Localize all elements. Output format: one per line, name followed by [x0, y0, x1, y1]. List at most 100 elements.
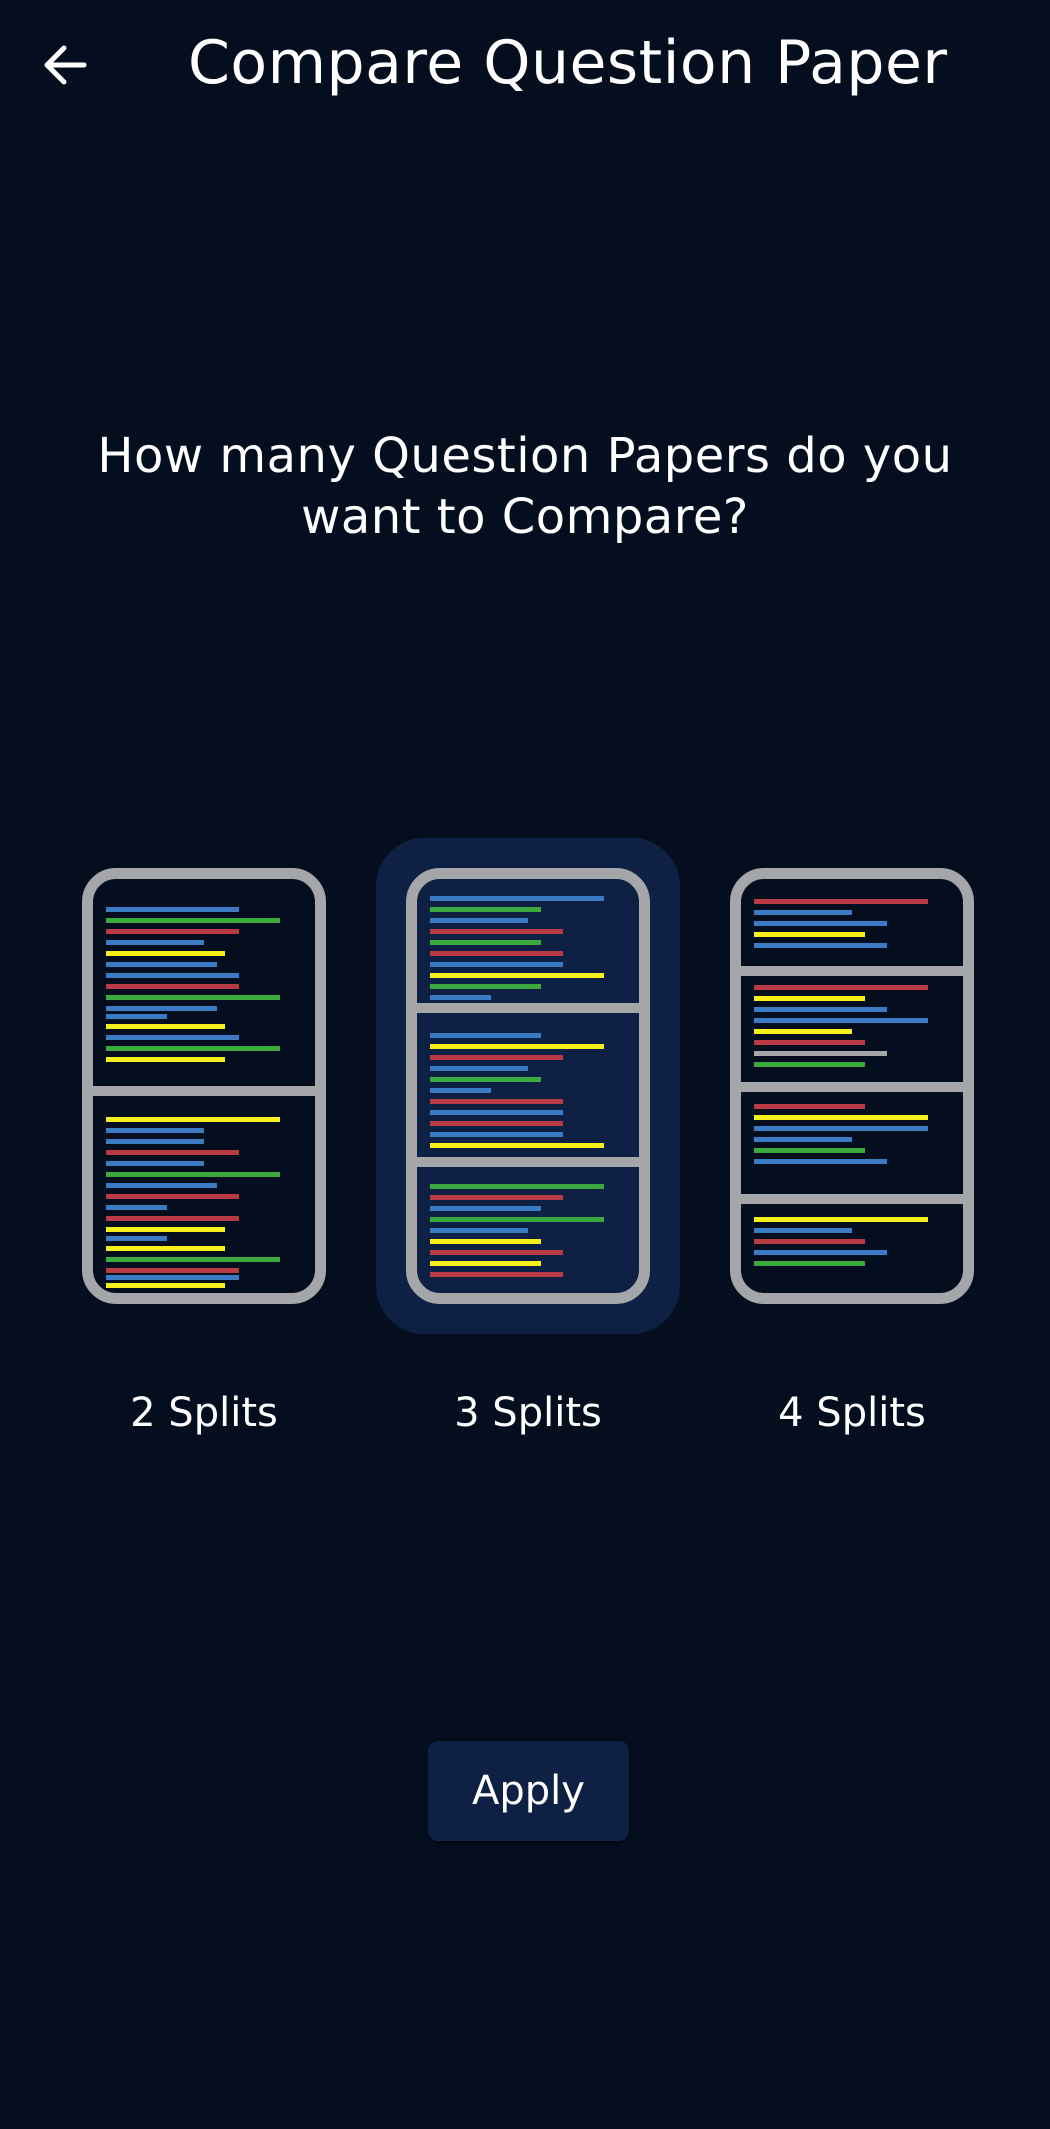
preview-text-line	[430, 1239, 541, 1244]
option-label-2-splits[interactable]: 2 Splits	[52, 1387, 356, 1439]
split-divider	[93, 1086, 315, 1096]
back-button[interactable]	[30, 30, 100, 100]
preview-text-line	[430, 1099, 563, 1104]
split-divider	[741, 1194, 963, 1204]
preview-text-line	[430, 1066, 528, 1071]
option-label-3-splits[interactable]: 3 Splits	[376, 1387, 680, 1439]
preview-text-line	[106, 1268, 239, 1273]
preview-text-line	[430, 1143, 604, 1148]
preview-text-line	[754, 1137, 852, 1142]
preview-text-line	[430, 1184, 604, 1189]
preview-text-line	[106, 1227, 225, 1232]
preview-text-line	[754, 985, 928, 990]
four-split-preview-icon	[730, 868, 974, 1304]
option-3-splits[interactable]	[376, 838, 680, 1334]
preview-text-line	[754, 943, 887, 948]
preview-text-line	[754, 1126, 928, 1131]
preview-text-line	[430, 1272, 563, 1277]
preview-text-line	[106, 1172, 280, 1177]
preview-text-line	[106, 940, 204, 945]
preview-text-line	[430, 1044, 604, 1049]
preview-text-line	[430, 918, 528, 923]
apply-button-label: Apply	[472, 1768, 585, 1814]
preview-text-line	[106, 1283, 225, 1288]
split-divider	[741, 1082, 963, 1092]
preview-text-line	[106, 962, 217, 967]
preview-text-line	[106, 1246, 225, 1251]
preview-text-line	[430, 929, 563, 934]
preview-text-line	[430, 1077, 541, 1082]
preview-text-line	[106, 1275, 239, 1280]
preview-text-line	[430, 1110, 563, 1115]
preview-text-line	[106, 1161, 204, 1166]
preview-text-line	[106, 1128, 204, 1133]
preview-text-line	[106, 1150, 239, 1155]
preview-text-line	[754, 1115, 928, 1120]
preview-text-line	[106, 995, 280, 1000]
split-divider	[417, 1157, 639, 1167]
page-title: Compare Question Paper	[188, 28, 948, 98]
question-text: How many Question Papers do you want to …	[97, 428, 953, 545]
preview-text-line	[106, 1014, 167, 1019]
preview-text-line	[754, 1104, 865, 1109]
preview-text-line	[430, 962, 563, 967]
preview-text-line	[106, 907, 239, 912]
preview-text-line	[754, 899, 928, 904]
preview-text-line	[430, 1055, 563, 1060]
preview-text-line	[106, 929, 239, 934]
preview-text-line	[430, 973, 604, 978]
preview-text-line	[430, 1217, 604, 1222]
preview-text-line	[430, 951, 563, 956]
preview-text-line	[106, 1257, 280, 1262]
apply-button[interactable]: Apply	[428, 1741, 629, 1841]
preview-text-line	[430, 940, 541, 945]
preview-text-line	[106, 1035, 239, 1040]
preview-text-line	[754, 996, 865, 1001]
preview-text-line	[430, 907, 541, 912]
three-split-preview-icon	[406, 868, 650, 1304]
compare-question-paper-screen: Compare Question Paper How many Question…	[0, 0, 1050, 2129]
split-divider	[417, 1003, 639, 1013]
preview-text-line	[754, 910, 852, 915]
preview-text-line	[106, 1006, 217, 1011]
preview-text-line	[430, 896, 604, 901]
preview-text-line	[754, 1228, 852, 1233]
preview-text-line	[430, 1088, 491, 1093]
preview-text-line	[754, 1239, 865, 1244]
preview-text-line	[106, 1183, 217, 1188]
preview-text-line	[106, 1117, 280, 1122]
split-divider	[741, 966, 963, 976]
option-4-splits[interactable]	[700, 838, 1004, 1334]
preview-text-line	[754, 1062, 865, 1067]
preview-text-line	[754, 932, 865, 937]
preview-text-line	[430, 1206, 541, 1211]
preview-text-line	[754, 1018, 928, 1023]
preview-text-line	[754, 1051, 887, 1056]
option-2-splits[interactable]	[52, 838, 356, 1334]
preview-text-line	[430, 995, 491, 1000]
preview-text-line	[106, 1024, 225, 1029]
preview-text-line	[106, 984, 239, 989]
preview-text-line	[106, 1139, 204, 1144]
preview-text-line	[106, 1205, 167, 1210]
preview-text-line	[754, 1040, 865, 1045]
preview-text-line	[430, 1250, 563, 1255]
preview-text-line	[106, 1194, 239, 1199]
preview-text-line	[754, 1250, 887, 1255]
preview-text-line	[430, 1195, 563, 1200]
arrow-left-icon	[44, 45, 87, 85]
preview-text-line	[754, 1007, 887, 1012]
preview-text-line	[106, 1046, 280, 1051]
preview-text-line	[106, 918, 280, 923]
preview-text-line	[754, 1159, 887, 1164]
preview-text-line	[430, 1261, 541, 1266]
preview-text-line	[754, 1261, 865, 1266]
preview-text-line	[106, 1236, 167, 1241]
preview-text-line	[430, 1121, 563, 1126]
preview-text-line	[106, 1057, 225, 1062]
preview-text-line	[106, 1216, 239, 1221]
preview-text-line	[430, 984, 541, 989]
option-label-4-splits[interactable]: 4 Splits	[700, 1387, 1004, 1439]
preview-text-line	[430, 1033, 541, 1038]
preview-text-line	[106, 951, 225, 956]
